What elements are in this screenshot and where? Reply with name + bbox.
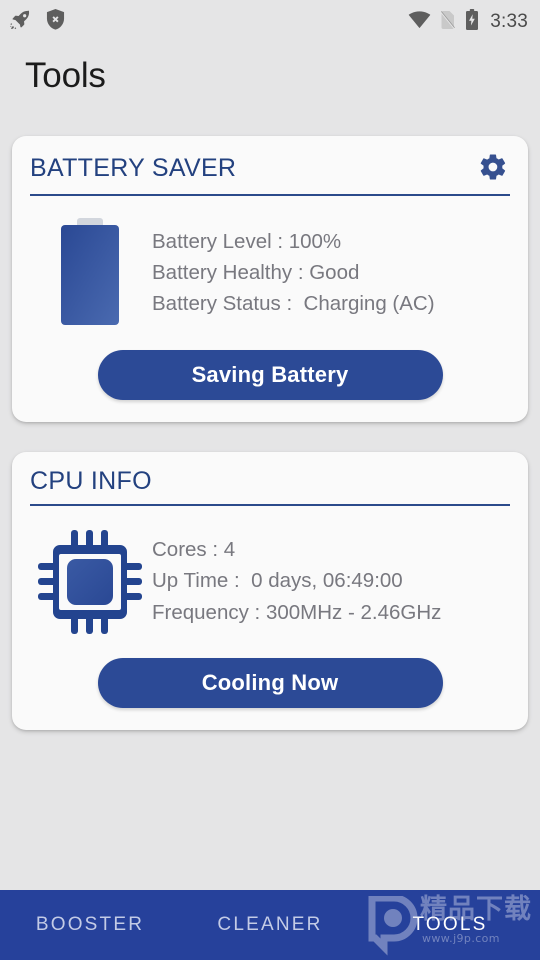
status-bar-clock: 3:33 (490, 11, 528, 32)
battery-saver-body: Battery Level : 100% Battery Healthy : G… (30, 196, 510, 336)
battery-saver-card-header: BATTERY SAVER (30, 152, 510, 194)
battery-saver-action-wrap: Saving Battery (30, 336, 510, 400)
gear-icon (478, 152, 508, 187)
cpu-info-card-header: CPU INFO (30, 467, 510, 504)
cpu-info-title: CPU INFO (30, 467, 152, 495)
cpu-info-body: Cores : 4 Up Time : 0 days, 06:49:00 Fre… (30, 506, 510, 644)
saving-battery-button[interactable]: Saving Battery (97, 350, 443, 400)
battery-saver-settings-button[interactable] (476, 152, 510, 186)
cpu-chip-icon (30, 528, 150, 636)
cpu-uptime-line: Up Time : 0 days, 06:49:00 (152, 569, 403, 593)
shield-x-icon (46, 9, 65, 35)
content-scroll-area[interactable]: BATTERY SAVER Battery Level: 100% Batte… (0, 136, 540, 890)
page-header: Tools (0, 44, 540, 136)
cpu-info-card: CPU INFO Cores: 4 Up Time: 0 days, 06:… (12, 452, 528, 730)
rocket-icon (10, 9, 32, 36)
battery-saver-card: BATTERY SAVER Battery Level: 100% Batte… (12, 136, 528, 422)
battery-full-icon (30, 218, 150, 328)
status-bar-right-icons: 3:33 (408, 9, 528, 35)
cpu-frequency-line: Frequency : 300MHz - 2.46GHz (152, 600, 442, 624)
battery-level-line: Battery Level : 100% (152, 229, 342, 253)
page-title: Tools (25, 56, 106, 95)
battery-health-line: Battery Healthy : Good (152, 260, 360, 284)
status-bar: 3:33 (0, 0, 540, 44)
nav-tab-booster[interactable]: BOOSTER (0, 914, 180, 936)
nav-tab-tools[interactable]: TOOLS (360, 914, 540, 936)
battery-status-line: Battery Status : Charging (AC) (152, 292, 435, 316)
cpu-cores-line: Cores : 4 (152, 538, 236, 562)
battery-saver-info-lines: Battery Level : 100% Battery Healthy : G… (150, 230, 435, 317)
sim-card-off-icon (440, 10, 456, 35)
bottom-navigation-bar: BOOSTER CLEANER TOOLS 精品下载 www.j9p.com (0, 890, 540, 960)
battery-saver-title: BATTERY SAVER (30, 154, 237, 183)
nav-tab-cleaner[interactable]: CLEANER (180, 914, 360, 936)
wifi-icon (408, 10, 431, 34)
battery-charging-icon (465, 9, 479, 35)
cpu-info-action-wrap: Cooling Now (30, 644, 510, 708)
cpu-info-lines: Cores : 4 Up Time : 0 days, 06:49:00 Fre… (150, 538, 441, 625)
cooling-now-button[interactable]: Cooling Now (97, 657, 443, 708)
status-bar-left-icons (10, 9, 65, 36)
